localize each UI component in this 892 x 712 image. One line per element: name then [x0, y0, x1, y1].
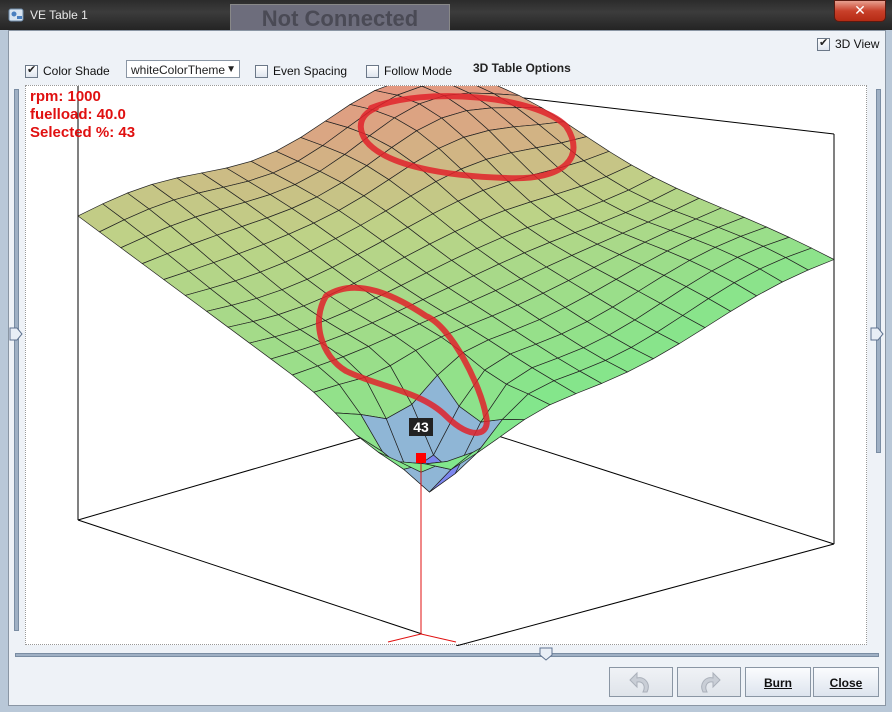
rpm-readout: rpm: 1000: [30, 88, 101, 105]
slider-track: [15, 653, 879, 657]
even-spacing-label: Even Spacing: [273, 64, 348, 78]
options-toolbar: Color Shade whiteColorTheme ▼ Even Spaci…: [9, 57, 885, 85]
close-button-label: Close: [829, 676, 863, 690]
undo-icon: [629, 671, 649, 693]
slider-track: [876, 89, 881, 453]
3d-view-checkbox[interactable]: 3D View: [817, 36, 880, 51]
burn-button[interactable]: Burn: [745, 667, 811, 697]
connection-status: Not Connected: [230, 4, 450, 32]
bottom-button-bar: Burn Close: [9, 661, 885, 705]
selected-value-label: 43: [413, 419, 429, 435]
right-rotation-slider[interactable]: [870, 89, 884, 629]
undo-button[interactable]: [609, 667, 673, 697]
checkbox-unchecked-icon: [366, 64, 379, 78]
3d-surface-plot[interactable]: 43 rpm: 1000 fuelload: 40.0 Selected %: …: [25, 75, 868, 647]
checkbox-checked-icon: [25, 63, 38, 78]
follow-mode-label: Follow Mode: [384, 64, 453, 78]
redo-button[interactable]: [677, 667, 741, 697]
window-close-button[interactable]: ✕: [834, 0, 886, 22]
checkbox-checked-icon: [817, 36, 830, 51]
color-shade-label: Color Shade: [43, 64, 110, 78]
bottom-rotation-slider[interactable]: [15, 647, 879, 661]
client-area: 3D View Color Shade whiteColorTheme ▼ Ev…: [8, 30, 886, 706]
color-theme-value: whiteColorTheme: [131, 63, 226, 77]
even-spacing-checkbox[interactable]: Even Spacing: [255, 64, 347, 78]
box-edge-line: [455, 543, 835, 647]
slider-thumb-icon[interactable]: [870, 327, 884, 341]
selected-value-readout: Selected %: 43: [30, 124, 136, 141]
3d-view-label: 3D View: [835, 37, 880, 51]
surface-canvas[interactable]: 43: [26, 75, 868, 647]
color-shade-checkbox[interactable]: Color Shade: [25, 63, 110, 78]
ve-table-window: VE Table 1 Not Connected ✕ 3D View Color…: [0, 0, 892, 712]
left-rotation-slider[interactable]: [9, 89, 23, 631]
follow-mode-checkbox[interactable]: Follow Mode: [366, 64, 452, 78]
cursor-axis-line: [387, 633, 422, 643]
selected-cell-marker: [416, 453, 426, 463]
close-button[interactable]: Close: [813, 667, 879, 697]
fuelload-readout: fuelload: 40.0: [30, 106, 126, 123]
burn-button-label: Burn: [764, 676, 792, 690]
title-bar: VE Table 1 Not Connected ✕: [0, 0, 892, 32]
box-edge-line: [77, 519, 423, 635]
app-icon: [8, 8, 24, 22]
view-toggle-row: 3D View: [9, 31, 885, 57]
color-theme-dropdown[interactable]: whiteColorTheme ▼: [126, 60, 240, 78]
3d-table-options-link[interactable]: 3D Table Options: [473, 61, 571, 75]
cursor-axis-line: [420, 633, 457, 643]
slider-track: [14, 89, 19, 631]
redo-icon: [701, 671, 721, 693]
checkbox-unchecked-icon: [255, 64, 268, 78]
slider-thumb-icon[interactable]: [539, 647, 553, 661]
window-title: VE Table 1: [30, 8, 88, 22]
slider-thumb-icon[interactable]: [9, 327, 23, 341]
dropdown-arrow-icon: ▼: [226, 64, 236, 75]
